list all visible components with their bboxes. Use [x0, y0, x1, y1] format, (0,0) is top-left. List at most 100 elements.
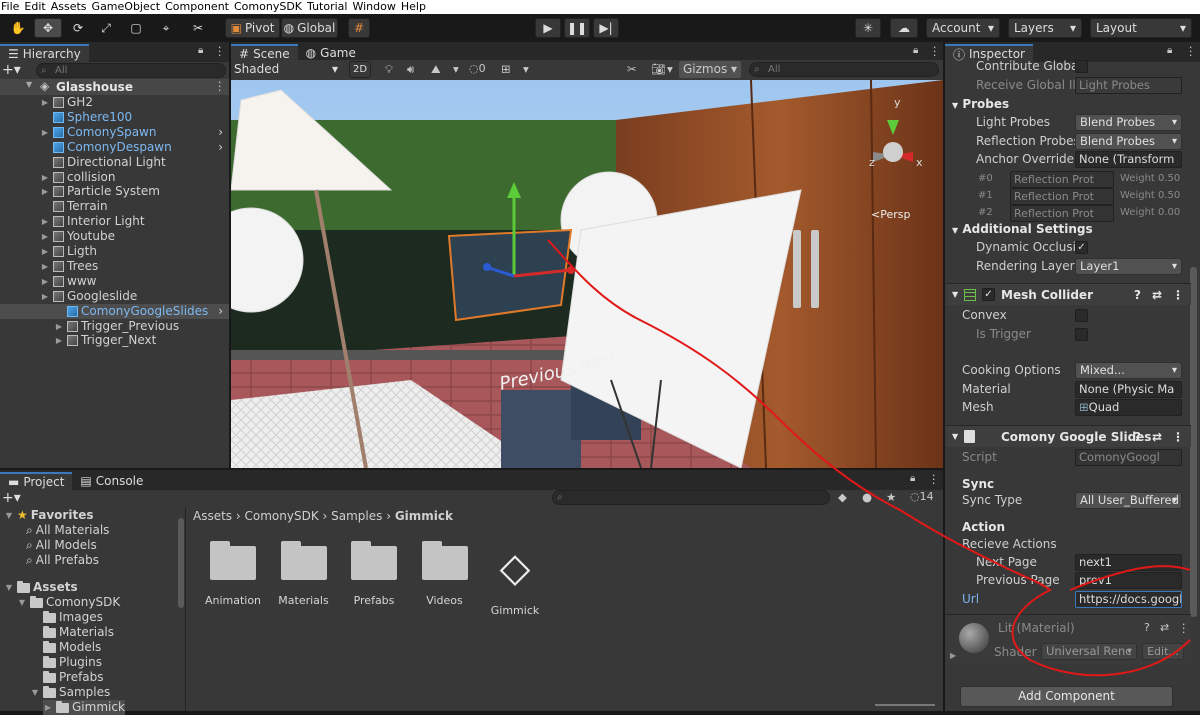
google-slides-header[interactable]: ▼ Comony Google Slides ? ⇄ ⋮: [946, 425, 1191, 447]
collab-icon[interactable]: ✳: [855, 18, 881, 38]
menu-item[interactable]: ComonySDK: [234, 0, 302, 14]
expand-arrow-icon[interactable]: ▶: [40, 259, 50, 274]
contribute-global-checkbox[interactable]: [1075, 60, 1088, 73]
layers-dropdown[interactable]: Layers ▾: [1008, 18, 1082, 38]
presets-icon[interactable]: ⇄: [1152, 426, 1162, 448]
expand-arrow-icon[interactable]: ▶: [40, 184, 50, 199]
expand-arrow-icon[interactable]: ▶: [54, 333, 64, 348]
kebab-menu-icon[interactable]: ⋮: [1178, 621, 1190, 635]
filter-type-icon[interactable]: ◆: [838, 490, 847, 504]
asset-item[interactable]: Materials: [264, 541, 344, 607]
kebab-menu-icon[interactable]: ⋮: [214, 44, 226, 58]
menu-item[interactable]: Assets: [51, 0, 87, 14]
dynamic-occlusion-checkbox[interactable]: ✓: [1075, 241, 1088, 254]
light-probes-dropdown[interactable]: Blend Probes: [1075, 114, 1182, 131]
menu-item[interactable]: File: [1, 0, 19, 14]
hierarchy-item[interactable]: ▶ Youtube: [40, 229, 229, 244]
zoom-slider[interactable]: [875, 704, 935, 706]
presets-icon[interactable]: ⇄: [1152, 284, 1162, 306]
hidden-packages-toggle[interactable]: ◌14: [910, 490, 934, 503]
create-asset-button[interactable]: +▾: [2, 490, 28, 506]
hierarchy-item[interactable]: Terrain: [40, 199, 229, 214]
hand-tool-icon[interactable]: ✋: [6, 18, 30, 38]
hierarchy-item[interactable]: ▶ www: [40, 274, 229, 289]
asset-item[interactable]: Animation: [193, 541, 273, 607]
shading-mode-dropdown[interactable]: Shaded ▾: [234, 61, 344, 77]
menu-item[interactable]: Help: [401, 0, 426, 14]
favorite-item[interactable]: ⌕ All Models: [26, 538, 97, 553]
edit-shader-button[interactable]: Edit...: [1142, 643, 1184, 660]
2d-toggle[interactable]: 2D: [349, 61, 371, 78]
help-icon[interactable]: ?: [1144, 621, 1150, 634]
asset-item[interactable]: Prefabs: [334, 541, 414, 607]
breadcrumb-item[interactable]: ComonySDK: [245, 509, 319, 523]
lock-icon[interactable]: 🔒︎: [1167, 45, 1172, 56]
kebab-menu-icon[interactable]: ⋮: [1172, 284, 1184, 306]
camera-icon[interactable]: 📷︎: [651, 62, 666, 76]
favorites-row[interactable]: ▼ ★ Favorites: [4, 508, 94, 523]
hierarchy-item[interactable]: ▶ Interior Light: [40, 214, 229, 229]
expand-arrow-icon[interactable]: ▼: [17, 595, 27, 610]
assets-row[interactable]: ▼ Assets: [4, 580, 78, 595]
asset-folder-item[interactable]: Prefabs: [30, 670, 104, 685]
expand-arrow-icon[interactable]: ▶: [950, 651, 956, 660]
global-toggle[interactable]: ◍ Global: [281, 18, 338, 38]
asset-folder-item[interactable]: Models: [30, 640, 101, 655]
add-object-button[interactable]: +▾: [2, 62, 28, 78]
expand-arrow-icon[interactable]: ▶: [40, 289, 50, 304]
additional-settings-header[interactable]: ▼ Additional Settings: [952, 219, 1093, 239]
pivot-toggle[interactable]: ▣ Pivot: [225, 18, 280, 38]
lock-icon[interactable]: 🔒︎: [198, 45, 203, 56]
expand-arrow-icon[interactable]: ▶: [43, 700, 53, 715]
grid-visibility-icon[interactable]: ⊞: [501, 62, 511, 76]
tab-console[interactable]: ▤ Console: [72, 472, 151, 490]
menu-item[interactable]: Tutorial: [307, 0, 347, 14]
kebab-menu-icon[interactable]: ⋮: [214, 79, 226, 93]
tab-project[interactable]: ▬ Project: [0, 472, 73, 490]
hidden-objects-toggle[interactable]: ◌0: [469, 62, 486, 75]
breadcrumb-item[interactable]: Assets: [193, 509, 232, 523]
tab-hierarchy[interactable]: ☰ Hierarchy: [0, 44, 89, 62]
hierarchy-search-input[interactable]: ⌕ All: [36, 63, 226, 78]
play-button[interactable]: ▶: [535, 18, 561, 38]
chevron-right-icon[interactable]: ›: [218, 140, 223, 155]
breadcrumb-item[interactable]: Samples: [331, 509, 382, 523]
scale-tool-icon[interactable]: ⤢: [94, 18, 118, 38]
chevron-down-icon[interactable]: ▾: [453, 62, 459, 76]
hierarchy-item[interactable]: ▶ collision: [40, 170, 229, 185]
presets-icon[interactable]: ⇄: [1160, 621, 1169, 634]
menu-item[interactable]: Edit: [24, 0, 45, 14]
hierarchy-item[interactable]: ▶ Googleslide: [40, 289, 229, 304]
label-icon[interactable]: ●: [862, 490, 872, 504]
transform-tool-icon[interactable]: ⌖: [154, 18, 178, 38]
expand-arrow-icon[interactable]: ▼: [30, 685, 40, 700]
hierarchy-item[interactable]: ▶ Particle System: [40, 184, 229, 199]
lock-icon[interactable]: 🔒︎: [913, 45, 918, 56]
gizmos-dropdown[interactable]: Gizmos ▾: [679, 61, 741, 78]
step-button[interactable]: ▶|: [593, 18, 619, 38]
kebab-menu-icon[interactable]: ⋮: [1185, 44, 1197, 58]
hierarchy-item[interactable]: ▶ Trigger_Next: [54, 333, 229, 348]
next-page-input[interactable]: next1: [1075, 554, 1182, 571]
mesh-field[interactable]: ⊞Quad: [1075, 399, 1182, 416]
audio-icon[interactable]: 🔊︎: [407, 62, 414, 77]
convex-checkbox[interactable]: [1075, 309, 1088, 322]
hierarchy-item[interactable]: ▶ ComonySpawn ›: [40, 125, 229, 140]
enabled-checkbox[interactable]: ✓: [982, 288, 995, 301]
expand-arrow-icon[interactable]: ▶: [54, 319, 64, 334]
inspector-scrollbar[interactable]: [1190, 267, 1197, 617]
hierarchy-item[interactable]: ▶ Trigger_Previous: [54, 319, 229, 334]
scene-viewport[interactable]: Previous Next y x z <Persp: [231, 80, 943, 468]
scene-row[interactable]: ▼ ◈ Glasshouse ⋮: [0, 79, 229, 95]
asset-folder-item[interactable]: Materials: [30, 625, 114, 640]
is-trigger-checkbox[interactable]: [1075, 328, 1088, 341]
breadcrumb-item[interactable]: Gimmick: [395, 509, 453, 523]
hierarchy-item[interactable]: Sphere100: [40, 110, 229, 125]
favorite-item[interactable]: ⌕ All Materials: [26, 523, 109, 538]
expand-arrow-icon[interactable]: ▶: [40, 125, 50, 140]
expand-arrow-icon[interactable]: ▶: [40, 170, 50, 185]
rect-tool-icon[interactable]: ▢: [124, 18, 148, 38]
project-search-input[interactable]: ⌕: [552, 490, 830, 505]
hierarchy-item[interactable]: ▶ GH2: [40, 95, 229, 110]
shader-dropdown[interactable]: Universal Renc: [1041, 643, 1137, 660]
